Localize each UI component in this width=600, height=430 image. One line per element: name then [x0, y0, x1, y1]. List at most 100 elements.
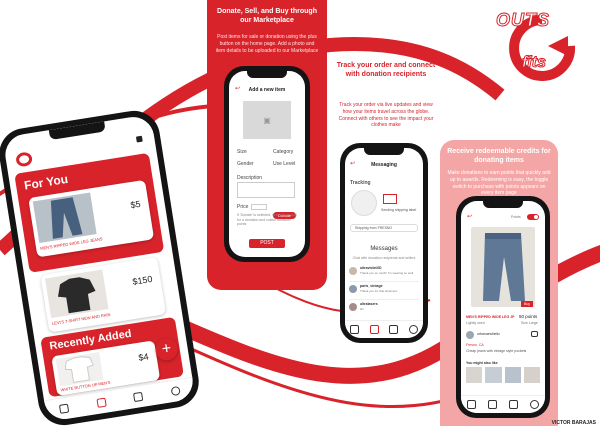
- item-card[interactable]: $5 MEN'S RIPPED WIDE LEG JEANS: [28, 179, 155, 258]
- chat-icon[interactable]: [488, 400, 497, 409]
- message-text: Thank you for that shipment: [360, 289, 398, 293]
- avatar: [349, 285, 357, 293]
- home-icon[interactable]: [350, 325, 360, 334]
- message-sender: paris_vintage: [360, 284, 383, 288]
- item-description: Cheap jeans with vintage style pockets: [466, 349, 527, 353]
- category-select[interactable]: Category: [273, 149, 293, 155]
- similar-item-thumb[interactable]: [523, 367, 540, 383]
- messages-title: Messages: [370, 246, 398, 252]
- item-price: $5: [129, 198, 142, 211]
- photo-upload-box[interactable]: ▣: [243, 101, 291, 139]
- item-condition: Lightly used: [466, 321, 485, 325]
- home-icon[interactable]: [467, 400, 476, 409]
- menu-icon[interactable]: [135, 135, 143, 143]
- back-arrow-icon[interactable]: ↩: [467, 213, 472, 220]
- home-logo-icon: [15, 151, 34, 168]
- similar-label: You might also like: [466, 361, 498, 365]
- phone-add-item: ↩ Add a new item ▣ Size Category Gender …: [224, 66, 310, 262]
- tracking-status: Sending shipping label: [381, 208, 417, 212]
- message-item[interactable]: paris_vintage Thank you for that shipmen…: [349, 282, 419, 300]
- avatar: [349, 267, 357, 275]
- add-item-header: Add a new item: [248, 87, 286, 93]
- price-field[interactable]: [251, 204, 267, 210]
- similar-item-thumb[interactable]: [466, 367, 483, 383]
- similar-item-thumb[interactable]: [485, 367, 502, 383]
- chat-icon[interactable]: [531, 331, 538, 337]
- points-toggle-label: Points: [511, 215, 521, 219]
- profile-icon[interactable]: [408, 325, 418, 334]
- donate-panel-title: Donate, Sell, and Buy through our Market…: [217, 8, 317, 24]
- message-sender: ultralasers: [360, 302, 378, 306]
- mail-icon: [383, 194, 397, 204]
- bag-icon[interactable]: [509, 400, 518, 409]
- phone-messaging: ↩ Messaging Tracking Sending shipping la…: [340, 143, 428, 343]
- message-sender: ultravioletXD: [360, 266, 382, 270]
- phone-notch: [364, 148, 404, 155]
- item-location: Fresno, CA: [466, 343, 484, 347]
- messages-subtitle: Chat with donation recipients and seller…: [352, 256, 416, 260]
- donate-notice: If 'Donate' is selected, item will be so…: [237, 213, 297, 227]
- size-select[interactable]: Size: [237, 149, 247, 155]
- globe-map: [351, 190, 377, 216]
- phone-notch: [247, 71, 287, 78]
- bottom-nav: [461, 395, 545, 413]
- profile-icon[interactable]: [530, 400, 539, 409]
- chat-icon[interactable]: [133, 391, 144, 403]
- points-toggle[interactable]: [527, 214, 539, 220]
- phone-notch: [483, 201, 523, 208]
- credits-panel-title: Receive redeemable credits for donating …: [447, 148, 551, 164]
- item-price: $4: [137, 351, 150, 363]
- profile-icon[interactable]: [170, 385, 181, 397]
- description-label: Description: [237, 175, 263, 181]
- home-icon[interactable]: [96, 397, 107, 408]
- donate-panel-body: Post items for sale or donation using th…: [215, 34, 319, 54]
- buy-tag[interactable]: Buy: [521, 301, 534, 307]
- toggle-knob: [534, 215, 538, 219]
- outsfits-logo: OUTS fits: [492, 6, 588, 92]
- similar-items: [466, 367, 540, 383]
- use-level-select[interactable]: Use Level: [273, 161, 295, 167]
- camera-icon: ▣: [263, 115, 271, 125]
- logo-text-bottom: fits: [522, 54, 547, 72]
- phone-notch: [48, 121, 106, 141]
- messaging-header: Messaging: [371, 162, 397, 168]
- add-item-screen: ↩ Add a new item ▣ Size Category Gender …: [229, 71, 305, 257]
- item-photo: [471, 227, 535, 307]
- avatar: [349, 303, 357, 311]
- message-list: ultravioletXD Thank you so much! I'm wea…: [349, 264, 419, 318]
- for-you-section: For You $5 MEN'S RIPPED WIDE LEG JEANS: [14, 152, 165, 273]
- phone-item-page: ↩ Points Buy MEN'S RIPPED WIDE LEG JP 50…: [456, 196, 550, 418]
- shirt-photo-icon: [57, 277, 96, 314]
- gender-select[interactable]: Gender: [237, 161, 254, 167]
- item-photo: [44, 269, 109, 319]
- messaging-screen: ↩ Messaging Tracking Sending shipping la…: [345, 148, 423, 338]
- for-you-title: For You: [23, 171, 69, 193]
- seller-name[interactable]: urbanaesthetic: [477, 332, 500, 336]
- bag-icon[interactable]: [389, 325, 399, 334]
- tracking-label: Tracking: [350, 180, 371, 186]
- item-title: MEN'S RIPPED WIDE LEG JP: [466, 315, 515, 319]
- message-text: Thank you so much! I'm wearing so well: [360, 271, 414, 275]
- showcase-canvas: OUTS fits Donate, Sell, and Buy through …: [0, 0, 600, 430]
- message-text: Hi!: [360, 307, 364, 311]
- bottom-nav: [345, 320, 423, 338]
- track-panel-body: Track your order via live updates and vi…: [338, 102, 434, 129]
- jeans-photo-icon: [50, 197, 83, 239]
- item-price: $150: [131, 273, 154, 287]
- logo-text-top: OUTS: [495, 10, 551, 31]
- description-field[interactable]: [237, 182, 295, 198]
- message-item[interactable]: ultravioletXD Thank you so much! I'm wea…: [349, 264, 419, 282]
- similar-item-thumb[interactable]: [504, 367, 521, 383]
- item-points: 50 points: [519, 314, 538, 319]
- chat-icon[interactable]: [369, 325, 379, 334]
- item-photo: [32, 192, 97, 244]
- bag-icon[interactable]: [59, 403, 70, 414]
- item-size: Size Large: [521, 321, 538, 325]
- message-item[interactable]: ultralasers Hi!: [349, 300, 419, 318]
- track-panel-title: Track your order and connect with donati…: [336, 62, 436, 78]
- price-label: Price: [237, 204, 249, 210]
- shipping-from: Shipping from FRESNO: [350, 224, 418, 232]
- post-button[interactable]: POST: [249, 239, 285, 248]
- item-screen: ↩ Points Buy MEN'S RIPPED WIDE LEG JP 50…: [461, 201, 545, 413]
- seller-avatar: [466, 331, 474, 339]
